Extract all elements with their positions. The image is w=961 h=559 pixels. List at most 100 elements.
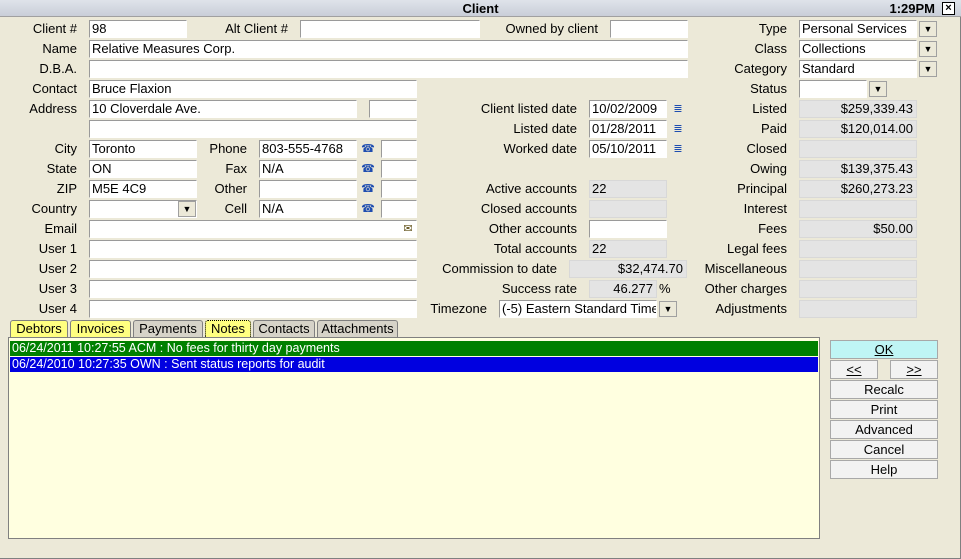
class-select[interactable]: Collections (799, 40, 917, 58)
phone-label: Phone (209, 141, 247, 156)
phone-icon[interactable]: ☎ (359, 180, 377, 198)
email-lookup-icon[interactable]: ✉ (399, 220, 417, 238)
legal-fees-label: Legal fees (727, 241, 787, 256)
client-no-field[interactable]: 98 (89, 20, 187, 38)
print-button-label: Print (870, 402, 898, 417)
cell-ext-field[interactable] (381, 200, 417, 218)
chevron-down-icon[interactable]: ▼ (919, 61, 937, 77)
user1-field[interactable] (89, 240, 417, 258)
list-item[interactable]: 06/24/2011 10:27:55 ACM : No fees for th… (10, 341, 818, 356)
alt-client-field[interactable] (300, 20, 480, 38)
phone-icon[interactable]: ☎ (359, 160, 377, 178)
contact-field[interactable]: Bruce Flaxion (89, 80, 417, 98)
tab-notes[interactable]: Notes (205, 320, 251, 337)
principal-label: Principal (737, 181, 787, 196)
email-field[interactable] (89, 220, 417, 238)
close-icon[interactable]: × (942, 2, 955, 15)
user3-label: User 3 (38, 281, 77, 296)
tab-contacts[interactable]: Contacts (253, 320, 315, 337)
calendar-icon[interactable]: ≣ (669, 100, 687, 118)
dba-field[interactable] (89, 60, 688, 78)
closed-value (799, 140, 917, 158)
fax-ext-field[interactable] (381, 160, 417, 178)
fax-field[interactable]: N/A (259, 160, 357, 178)
tab-debtors[interactable]: Debtors (10, 320, 68, 337)
phone-field[interactable]: 803-555-4768 (259, 140, 357, 158)
active-accounts-label: Active accounts (485, 181, 577, 196)
interest-label: Interest (743, 201, 787, 216)
state-label: State (46, 161, 77, 176)
advanced-button-label: Advanced (855, 422, 913, 437)
ok-button[interactable]: OK (830, 340, 938, 359)
total-accounts-value: 22 (589, 240, 667, 258)
recalc-button[interactable]: Recalc (830, 380, 938, 399)
client-listed-date-field[interactable]: 10/02/2009 (589, 100, 667, 118)
phone-ext-field[interactable] (381, 140, 417, 158)
tab-payments[interactable]: Payments (133, 320, 203, 337)
category-select[interactable]: Standard (799, 60, 917, 78)
notes-list[interactable]: 06/24/2011 10:27:55 ACM : No fees for th… (8, 337, 820, 539)
phone-icon[interactable]: ☎ (359, 200, 377, 218)
print-button[interactable]: Print (830, 400, 938, 419)
help-button[interactable]: Help (830, 460, 938, 479)
commission-to-date-value: $32,474.70 (569, 260, 687, 278)
user4-label: User 4 (38, 301, 77, 316)
city-label: City (54, 141, 77, 156)
worked-date-label: Worked date (503, 141, 577, 156)
email-label: Email (44, 221, 77, 236)
cell-field[interactable]: N/A (259, 200, 357, 218)
client-no-label: Client # (32, 21, 77, 36)
timezone-select[interactable]: (-5) Eastern Standard Time (499, 300, 657, 318)
other-accounts-field[interactable] (589, 220, 667, 238)
other-ext-field[interactable] (381, 180, 417, 198)
country-label: Country (31, 201, 77, 216)
next-button-label: >> (906, 362, 922, 377)
tab-invoices[interactable]: Invoices (70, 320, 131, 337)
user1-label: User 1 (38, 241, 77, 256)
status-select[interactable] (799, 80, 867, 98)
worked-date-field[interactable]: 05/10/2011 (589, 140, 667, 158)
chevron-down-icon[interactable]: ▼ (178, 201, 196, 217)
listed-date-label: Listed date (513, 121, 577, 136)
previous-button[interactable]: << (830, 360, 878, 379)
fax-label: Fax (225, 161, 247, 176)
user3-field[interactable] (89, 280, 417, 298)
miscellaneous-label: Miscellaneous (704, 261, 787, 276)
address-line2-field[interactable] (89, 120, 417, 138)
list-item[interactable]: 06/24/2010 10:27:35 OWN : Sent status re… (10, 357, 818, 372)
state-field[interactable]: ON (89, 160, 197, 178)
cancel-button[interactable]: Cancel (830, 440, 938, 459)
owned-by-client-field[interactable] (610, 20, 688, 38)
city-field[interactable]: Toronto (89, 140, 197, 158)
tab-attachments[interactable]: Attachments (317, 320, 398, 337)
phone-icon[interactable]: ☎ (359, 140, 377, 158)
owing-value: $139,375.43 (799, 160, 917, 178)
chevron-down-icon[interactable]: ▼ (659, 301, 677, 317)
chevron-down-icon[interactable]: ▼ (919, 21, 937, 37)
address-extra-field[interactable] (369, 100, 417, 118)
client-window: Client 1:29PM × Client # 98 Alt Client #… (0, 0, 961, 559)
chevron-down-icon[interactable]: ▼ (919, 41, 937, 57)
calendar-icon[interactable]: ≣ (669, 140, 687, 158)
calendar-icon[interactable]: ≣ (669, 120, 687, 138)
closed-label: Closed (746, 141, 787, 156)
user2-label: User 2 (38, 261, 77, 276)
user2-field[interactable] (89, 260, 417, 278)
user4-field[interactable] (89, 300, 417, 318)
principal-value: $260,273.23 (799, 180, 917, 198)
other-accounts-label: Other accounts (488, 221, 577, 236)
type-select[interactable]: Personal Services (799, 20, 917, 38)
advanced-button[interactable]: Advanced (830, 420, 938, 439)
client-listed-date-label: Client listed date (480, 101, 577, 116)
zip-field[interactable]: M5E 4C9 (89, 180, 197, 198)
address-field[interactable]: 10 Cloverdale Ave. (89, 100, 357, 118)
listed-label: Listed (752, 101, 787, 116)
chevron-down-icon[interactable]: ▼ (869, 81, 887, 97)
cell-label: Cell (224, 201, 247, 216)
closed-accounts-label: Closed accounts (480, 201, 577, 216)
other-phone-field[interactable] (259, 180, 357, 198)
next-button[interactable]: >> (890, 360, 938, 379)
listed-date-field[interactable]: 01/28/2011 (589, 120, 667, 138)
name-label: Name (42, 41, 77, 56)
name-field[interactable]: Relative Measures Corp. (89, 40, 688, 58)
